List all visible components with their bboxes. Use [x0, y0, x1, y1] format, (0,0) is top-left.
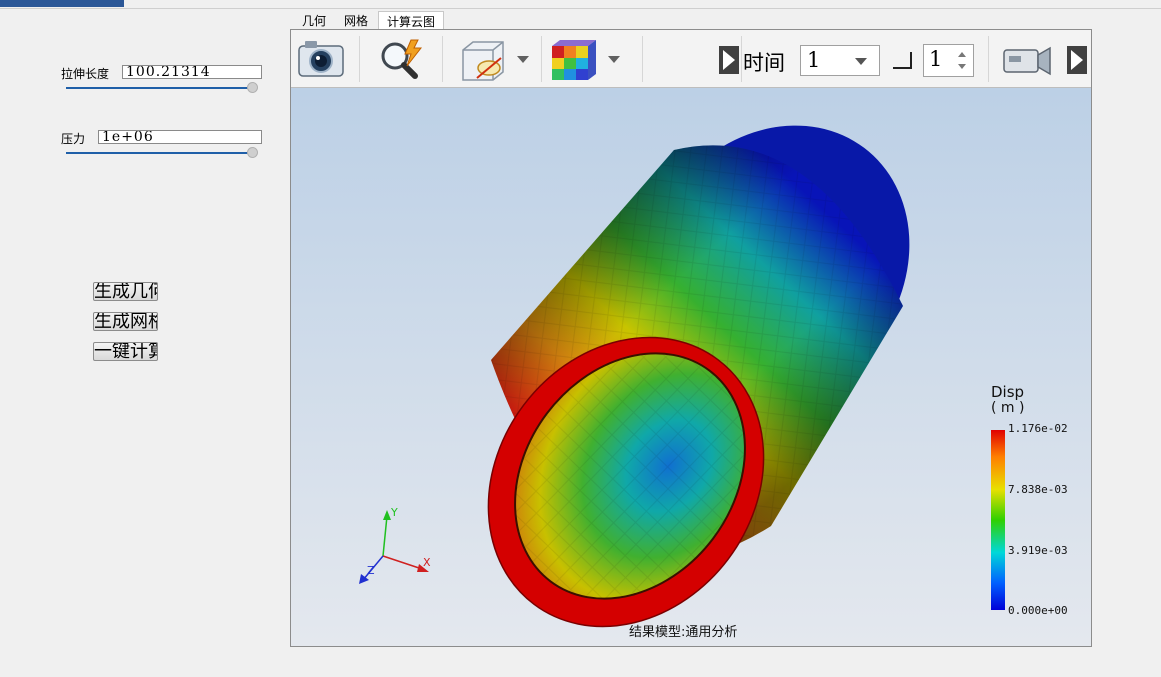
one-click-compute-button[interactable]: 一键计算	[93, 342, 158, 361]
generate-geometry-button[interactable]: 生成几何	[93, 282, 158, 301]
chevron-down-icon	[855, 58, 867, 65]
pressure-slider-thumb[interactable]	[247, 147, 258, 158]
toolbar-separator	[541, 36, 542, 82]
legend-unit: ( m )	[991, 400, 1025, 416]
toolbar-separator	[988, 36, 989, 82]
legend-tick-min: 0.000e+00	[1008, 604, 1068, 617]
legend-colorbar	[991, 430, 1005, 610]
time-combobox[interactable]: 1	[800, 45, 880, 76]
chevron-down-icon	[608, 56, 620, 63]
step-icon	[893, 52, 912, 69]
toolbar-expand-left[interactable]	[719, 46, 739, 78]
axis-triad: Y X Z	[359, 506, 431, 584]
colormap-button[interactable]	[550, 38, 630, 86]
z-axis-label: Z	[367, 564, 375, 577]
x-axis-label: X	[423, 556, 431, 569]
pressure-label: 压力	[61, 132, 86, 146]
pressure-slider[interactable]	[66, 152, 256, 154]
pressure-input[interactable]: 1e+06	[98, 130, 262, 144]
toolbar-expand-right[interactable]	[1067, 46, 1087, 78]
legend-tick-2: 7.838e-03	[1008, 483, 1068, 496]
camera-icon	[298, 41, 344, 77]
time-value: 1	[807, 48, 821, 72]
length-input[interactable]: 100.21314	[122, 65, 262, 79]
step-spinbox[interactable]: 1	[923, 44, 974, 77]
toolbar-separator	[359, 36, 360, 82]
cube-hide-icon	[462, 41, 529, 81]
legend-tick-3: 3.919e-03	[1008, 544, 1068, 557]
tab-mesh[interactable]: 网格	[336, 11, 376, 30]
color-cube-icon	[552, 40, 620, 80]
length-label: 拉伸长度	[61, 67, 110, 81]
tab-geometry[interactable]: 几何	[294, 11, 334, 30]
visibility-button[interactable]	[459, 38, 539, 86]
expand-arrow-icon	[719, 46, 739, 74]
generate-mesh-button[interactable]: 生成网格	[93, 312, 158, 331]
render-viewport[interactable]: Y X Z Disp ( m ) 1.176e-02 7.838e-03 3.9…	[291, 88, 1091, 646]
result-view-frame: 时间 1 1 Y X Z Disp (m) 1.176e-02 7.838e…	[290, 29, 1092, 647]
legend-title: Disp	[991, 383, 1025, 401]
video-camera-icon	[1003, 46, 1051, 76]
legend-tick-max: 1.176e-02	[1008, 422, 1068, 435]
toolbar-separator	[741, 36, 742, 82]
y-axis-label: Y	[390, 506, 398, 519]
time-label: 时间	[743, 51, 785, 75]
length-slider-thumb[interactable]	[247, 82, 258, 93]
magnifier-lightning-icon	[381, 39, 423, 79]
ribbon-accent	[0, 0, 124, 7]
toolbar-separator	[642, 36, 643, 82]
screenshot-button[interactable]	[297, 38, 345, 82]
chevron-down-icon	[517, 56, 529, 63]
y-axis-line	[382, 515, 388, 557]
spin-arrows-icon[interactable]	[955, 51, 969, 71]
model-caption: 结果模型:通用分析	[629, 625, 738, 640]
view-tabs: 几何 网格 计算云图	[294, 11, 446, 31]
result-toolbar: 时间 1 1	[291, 30, 1091, 88]
tab-result-contour[interactable]: 计算云图	[378, 11, 445, 31]
length-slider[interactable]	[66, 87, 256, 89]
probe-button[interactable]	[377, 38, 427, 84]
expand-arrow-icon	[1067, 46, 1087, 74]
record-video-button[interactable]	[1002, 38, 1054, 90]
toolbar-separator	[442, 36, 443, 82]
window-top-strip	[0, 0, 1161, 9]
step-value: 1	[929, 47, 943, 71]
